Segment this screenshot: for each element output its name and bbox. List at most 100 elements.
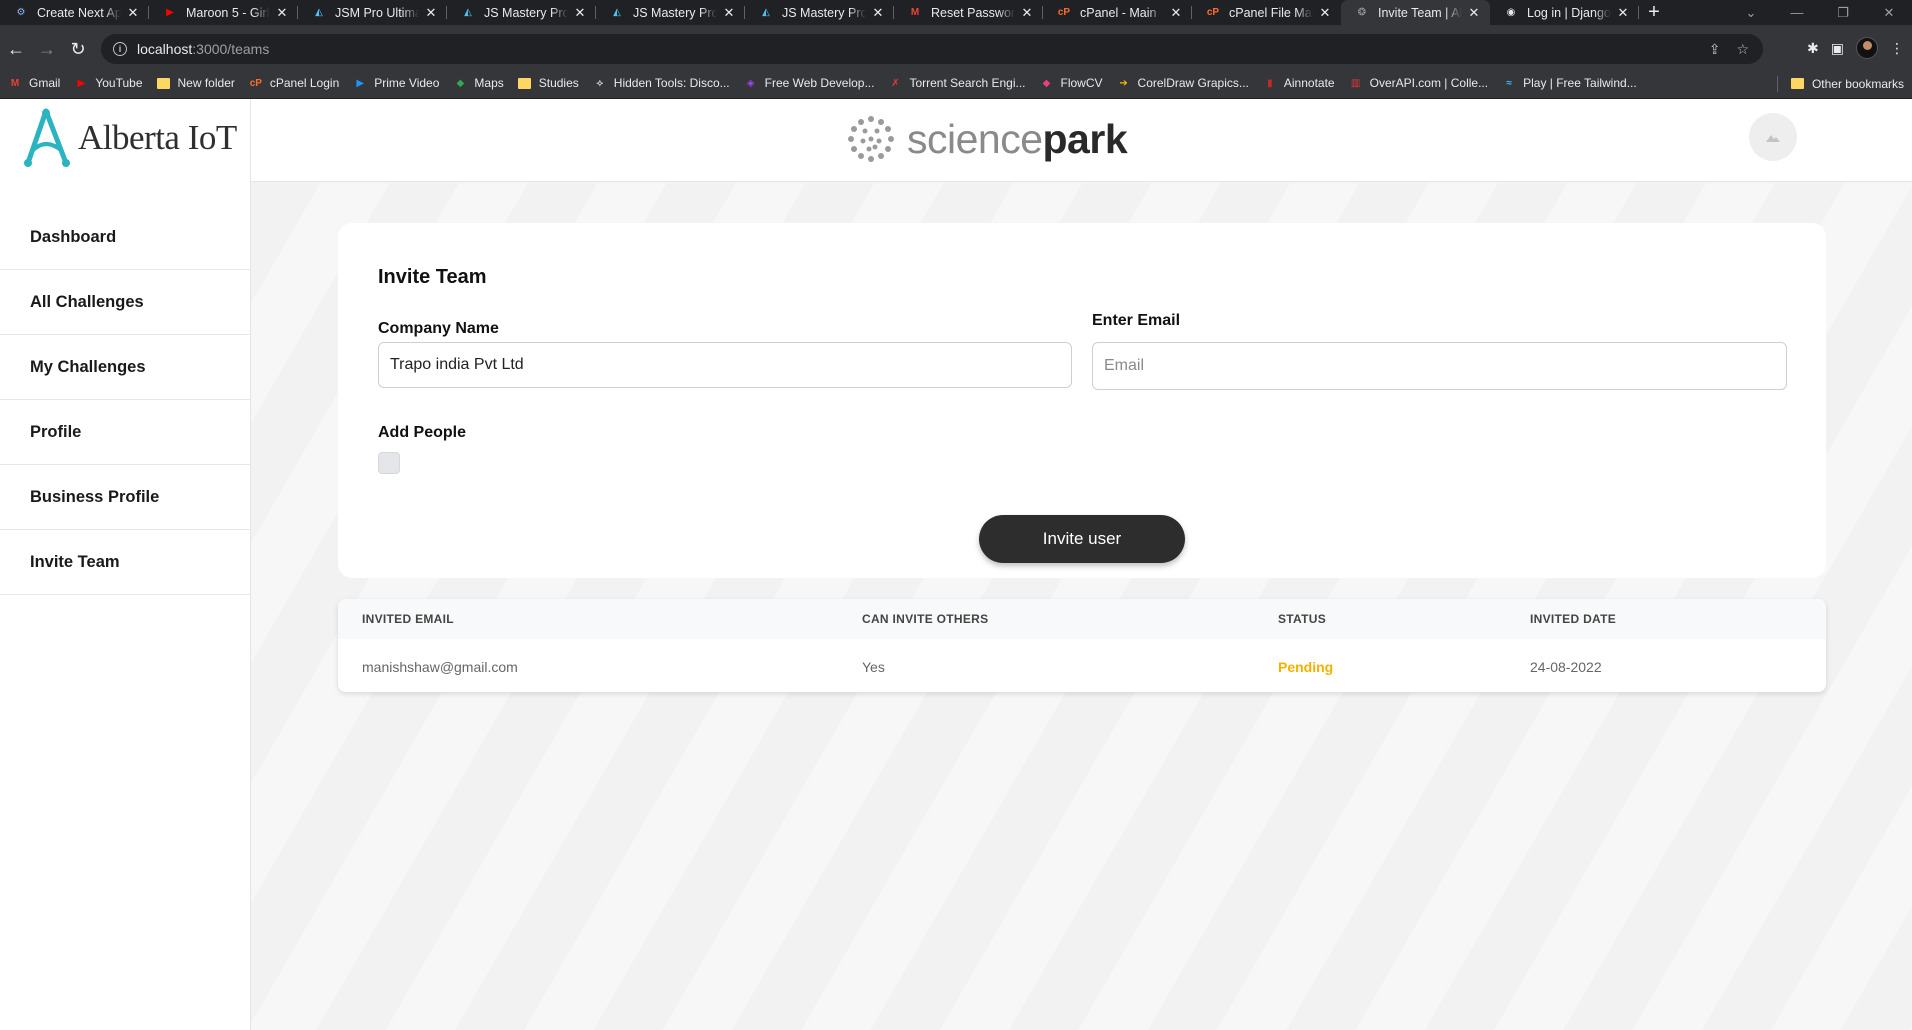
tab-close-icon[interactable]: ✕ bbox=[1615, 5, 1631, 21]
jsm-icon: ◭ bbox=[464, 7, 472, 18]
tab-close-icon[interactable]: ✕ bbox=[721, 5, 737, 21]
browser-tab[interactable]: ◭ JS Mastery Pro ✕ bbox=[447, 0, 596, 25]
bookmark-label: OverAPI.com | Colle... bbox=[1369, 76, 1489, 90]
bookmark-item[interactable]: ⟡ Hidden Tools: Disco... bbox=[593, 76, 730, 90]
bookmarks-divider bbox=[1777, 76, 1778, 92]
tab-close-icon[interactable]: ✕ bbox=[125, 5, 141, 21]
bookmark-item[interactable]: ✗ Torrent Search Engi... bbox=[888, 76, 1025, 90]
tab-title: JS Mastery Pro bbox=[633, 5, 717, 20]
sidebar-item-all-challenges[interactable]: All Challenges bbox=[0, 270, 251, 335]
tab-close-icon[interactable]: ✕ bbox=[870, 5, 886, 21]
bookmark-item[interactable]: ◆ Maps bbox=[453, 76, 504, 90]
bookmark-star-icon[interactable]: ☆ bbox=[1736, 41, 1749, 58]
bookmark-item[interactable]: cP cPanel Login bbox=[249, 76, 340, 90]
bookmark-label: Ainnotate bbox=[1283, 76, 1335, 90]
tab-close-icon[interactable]: ✕ bbox=[1168, 5, 1184, 21]
bookmark-item[interactable]: ◈ Free Web Develop... bbox=[744, 76, 875, 90]
sidebar-item-invite-team[interactable]: Invite Team bbox=[0, 530, 251, 595]
bookmark-item[interactable]: Studies bbox=[517, 76, 579, 90]
bookmark-label: FlowCV bbox=[1060, 76, 1103, 90]
menu-kebab-icon[interactable]: ⋮ bbox=[1890, 40, 1904, 57]
tab-title: JSM Pro Ultimate bbox=[335, 5, 419, 20]
forward-arrow-icon[interactable]: → bbox=[35, 37, 59, 61]
sidebar-item-my-challenges[interactable]: My Challenges bbox=[0, 335, 251, 400]
header-invited-email[interactable]: INVITED EMAIL bbox=[362, 612, 454, 626]
sciencepark-logo[interactable]: sciencepark bbox=[845, 109, 1128, 169]
company-name-input[interactable] bbox=[378, 342, 1072, 388]
torrent-icon: ✗ bbox=[891, 77, 900, 89]
profile-avatar-icon[interactable] bbox=[1856, 37, 1878, 59]
sidebar-nav: Dashboard All Challenges My Challenges Prof… bbox=[0, 205, 251, 595]
tab-title: cPanel File Manager bbox=[1229, 5, 1313, 20]
add-people-checkbox[interactable] bbox=[378, 452, 400, 474]
tab-close-icon[interactable]: ✕ bbox=[1466, 5, 1482, 21]
browser-tab[interactable]: ◭ JS Mastery Pro ✕ bbox=[745, 0, 894, 25]
browser-tab[interactable]: ❂ Invite Team | Alberta ✕ bbox=[1341, 0, 1490, 25]
prime-video-icon: ▶ bbox=[356, 77, 365, 89]
tab-close-icon[interactable]: ✕ bbox=[1019, 5, 1035, 21]
side-panel-icon[interactable]: ▣ bbox=[1831, 40, 1844, 57]
tab-search-icon[interactable]: ⌄ bbox=[1728, 0, 1774, 25]
header-invited-date[interactable]: INVITED DATE bbox=[1530, 612, 1616, 626]
address-bar[interactable]: i localhost:3000/teams ⇪ ☆ bbox=[101, 34, 1763, 64]
browser-tab[interactable]: M Reset Password ✕ bbox=[894, 0, 1043, 25]
extensions-puzzle-icon[interactable]: ✱ bbox=[1807, 40, 1819, 57]
bookmark-label: Prime Video bbox=[374, 76, 440, 90]
browser-tab[interactable]: ◭ JSM Pro Ultimate ✕ bbox=[298, 0, 447, 25]
tab-title: Log in | Django bbox=[1527, 5, 1611, 20]
share-icon[interactable]: ⇪ bbox=[1709, 41, 1721, 58]
browser-tab[interactable]: ◉ Log in | Django ✕ bbox=[1490, 0, 1639, 25]
tab-close-icon[interactable]: ✕ bbox=[1317, 5, 1333, 21]
tab-close-icon[interactable]: ✕ bbox=[572, 5, 588, 21]
invite-form-title: Invite Team bbox=[378, 266, 487, 288]
bookmark-item[interactable]: ▶ YouTube bbox=[74, 76, 142, 90]
browser-tab[interactable]: cP cPanel File Manager ✕ bbox=[1192, 0, 1341, 25]
bookmark-item[interactable]: ≈ Play | Free Tailwind... bbox=[1502, 76, 1636, 90]
brand-dark: park bbox=[1042, 115, 1128, 162]
bookmark-item[interactable]: ▥ OverAPI.com | Colle... bbox=[1349, 76, 1488, 90]
sidebar-item-dashboard[interactable]: Dashboard bbox=[0, 205, 251, 270]
bookmark-item[interactable]: ▶ Prime Video bbox=[353, 76, 439, 90]
sidebar-item-profile[interactable]: Profile bbox=[0, 400, 251, 465]
bookmark-item[interactable]: ➔ CorelDraw Grapics... bbox=[1117, 76, 1249, 90]
sidebar-item-business-profile[interactable]: Business Profile bbox=[0, 465, 251, 530]
browser-tab[interactable]: cP cPanel - Main ✕ bbox=[1043, 0, 1192, 25]
bookmark-label: Hidden Tools: Disco... bbox=[613, 76, 730, 90]
tab-close-icon[interactable]: ✕ bbox=[423, 5, 439, 21]
restore-icon[interactable]: ❐ bbox=[1820, 0, 1866, 25]
top-header: sciencepark bbox=[251, 99, 1912, 182]
bookmark-label: Maps bbox=[474, 76, 504, 90]
browser-tab[interactable]: ▶ Maroon 5 - Girls ✕ bbox=[149, 0, 298, 25]
cpanel-icon: cP bbox=[1206, 7, 1220, 18]
browser-tab[interactable]: ◭ JS Mastery Pro ✕ bbox=[596, 0, 745, 25]
email-input[interactable] bbox=[1092, 342, 1787, 390]
back-arrow-icon[interactable]: ← bbox=[4, 37, 28, 61]
folder-icon bbox=[517, 77, 531, 89]
bookmark-item[interactable]: New folder bbox=[156, 76, 235, 90]
site-info-icon[interactable]: i bbox=[113, 42, 127, 56]
user-avatar[interactable] bbox=[1749, 113, 1797, 161]
minimize-icon[interactable]: — bbox=[1774, 0, 1820, 25]
bookmark-label: New folder bbox=[177, 76, 235, 90]
gmail-icon: M bbox=[10, 77, 20, 89]
tailwind-icon: ≈ bbox=[1506, 77, 1512, 89]
header-can-invite-others[interactable]: CAN INVITE OTHERS bbox=[862, 612, 988, 626]
alberta-iot-logo[interactable]: Alberta IoT bbox=[20, 107, 237, 169]
header-status[interactable]: STATUS bbox=[1278, 612, 1326, 626]
bookmark-item[interactable]: ◆ FlowCV bbox=[1040, 76, 1103, 90]
invite-user-button[interactable]: Invite user bbox=[979, 515, 1185, 563]
close-window-icon[interactable]: ✕ bbox=[1866, 0, 1912, 25]
brand-text: sciencepark bbox=[907, 115, 1128, 163]
tab-title: Invite Team | Alberta bbox=[1378, 5, 1462, 20]
new-tab-button[interactable]: + bbox=[1639, 0, 1669, 25]
tab-close-icon[interactable]: ✕ bbox=[274, 5, 290, 21]
reload-icon[interactable]: ↻ bbox=[66, 37, 90, 61]
other-bookmarks[interactable]: Other bookmarks bbox=[1790, 68, 1904, 99]
browser-tab[interactable]: ⚙ Create Next App ✕ bbox=[0, 0, 149, 25]
invites-table: INVITED EMAIL CAN INVITE OTHERS STATUS I… bbox=[338, 599, 1826, 692]
bookmark-item[interactable]: M Gmail bbox=[8, 76, 61, 90]
bookmark-label: YouTube bbox=[95, 76, 143, 90]
bookmark-item[interactable]: ▮ Ainnotate bbox=[1263, 76, 1335, 90]
page: Alberta IoT Dashboard All Challenges My Ch… bbox=[0, 99, 1912, 1030]
add-people-label: Add People bbox=[378, 424, 467, 441]
